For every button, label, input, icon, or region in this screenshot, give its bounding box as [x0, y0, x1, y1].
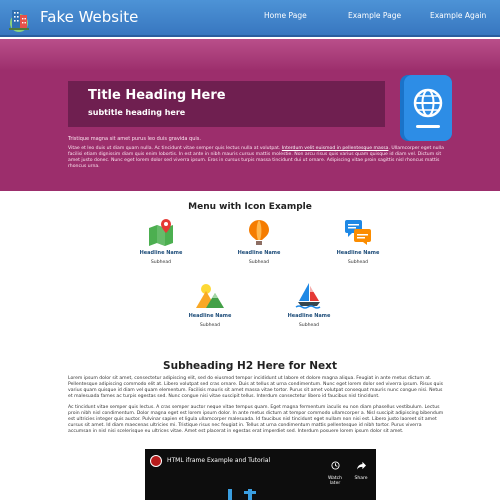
share-label: Share	[354, 476, 368, 481]
map-pin-icon	[149, 219, 173, 246]
share-button[interactable]: Share	[349, 455, 373, 481]
menu-item-mountain[interactable]: Headline Name Subhead	[170, 281, 250, 328]
watch-later-button[interactable]: Watch later	[323, 455, 347, 486]
menu-heading: Menu with Icon Example	[188, 202, 312, 212]
menu-item-subhead: Subhead	[248, 260, 270, 265]
menu-item-headline: Headline Name	[188, 313, 232, 319]
nav-example-page[interactable]: Example Page	[348, 11, 401, 20]
watch-later-label: Watch later	[327, 476, 342, 486]
channel-avatar[interactable]	[150, 455, 162, 467]
hero-paragraph: Vitae et leo duis ut diam quam nulla. Ac…	[68, 146, 446, 170]
menu-item-subhead: Subhead	[298, 323, 320, 328]
mountain-sun-icon	[196, 284, 224, 308]
menu-item-balloon[interactable]: Headline Name Subhead	[219, 218, 299, 265]
video-title[interactable]: HTML iframe Example and Tutorial	[167, 457, 270, 464]
video-thumbnail-logo	[228, 489, 256, 500]
passport-icon	[400, 75, 452, 141]
chat-bubbles-icon	[345, 220, 371, 245]
hero-title-box: Title Heading Here subtitle heading here	[68, 81, 385, 127]
video-embed[interactable]: HTML iframe Example and Tutorial Watch l…	[145, 449, 376, 500]
nav-home-page[interactable]: Home Page	[264, 11, 307, 20]
menu-item-subhead: Subhead	[347, 260, 369, 265]
hero-caption: Tristique magna sit amet purus leo duis …	[68, 136, 201, 142]
menu-item-headline: Headline Name	[237, 250, 281, 256]
hero-para-text-1: Vitae et leo duis ut diam quam nulla. Ac…	[68, 146, 282, 151]
menu-item-sailboat[interactable]: Headline Name Subhead	[269, 281, 349, 328]
menu-item-subhead: Subhead	[150, 260, 172, 265]
menu-item-chat[interactable]: Headline Name Subhead	[318, 218, 398, 265]
section-heading: Subheading H2 Here for Next	[163, 360, 337, 372]
share-arrow-icon	[356, 461, 366, 470]
menu-item-headline: Headline Name	[336, 250, 380, 256]
nav-example-again[interactable]: Example Again	[430, 11, 486, 20]
menu-item-headline: Headline Name	[287, 313, 331, 319]
site-header: Fake Website Home Page Example Page Exam…	[0, 0, 500, 37]
clock-icon	[330, 461, 340, 470]
menu-item-map[interactable]: Headline Name Subhead	[121, 218, 201, 265]
sailboat-icon	[295, 283, 321, 309]
menu-item-headline: Headline Name	[139, 250, 183, 256]
site-title[interactable]: Fake Website	[40, 8, 138, 26]
hero-section: Title Heading Here subtitle heading here…	[0, 39, 500, 191]
section-paragraph-1: Lorem ipsum dolor sit amet, consectetur …	[68, 376, 444, 399]
hero-subtitle: subtitle heading here	[88, 108, 186, 117]
hot-air-balloon-icon	[249, 220, 269, 245]
hero-title: Title Heading Here	[88, 88, 226, 103]
section-paragraph-2: Ac tincidunt vitae semper quis lectus. A…	[68, 405, 444, 434]
hero-gradient-band	[0, 39, 500, 71]
menu-item-subhead: Subhead	[199, 323, 221, 328]
building-logo-icon[interactable]	[6, 6, 32, 32]
hero-para-link[interactable]: Interdum velit euismod in pellentesque m…	[282, 146, 389, 151]
